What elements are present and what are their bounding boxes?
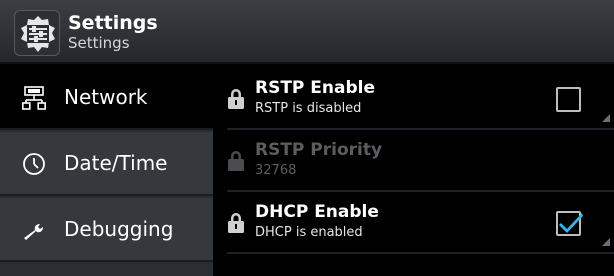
corner-indicator [602, 238, 610, 246]
pref-rstp-priority: RSTP Priority 32768 [213, 130, 614, 190]
sidebar-item-label: Network [64, 85, 148, 109]
wrench-icon [22, 218, 46, 242]
pref-rstp-enable[interactable]: RSTP Enable RSTP is disabled [213, 68, 614, 128]
sidebar: Network Date/Time Debugging [0, 66, 213, 276]
preference-list: RSTP Enable RSTP is disabled RSTP Priori… [213, 66, 614, 276]
pref-dhcp-enable[interactable]: DHCP Enable DHCP is enabled [213, 192, 614, 252]
pref-title: DHCP Enable [255, 202, 379, 222]
sidebar-item-network[interactable]: Network [0, 66, 213, 130]
sidebar-item-label: Debugging [64, 217, 174, 241]
pref-summary: 32768 [255, 163, 297, 178]
sidebar-item-label: Date/Time [64, 151, 168, 175]
page-subtitle: Settings [68, 34, 130, 52]
rstp-enable-checkbox[interactable] [556, 87, 581, 112]
sidebar-item-debugging[interactable]: Debugging [0, 198, 213, 262]
pref-title: RSTP Priority [255, 140, 383, 160]
dhcp-enable-checkbox[interactable] [556, 211, 583, 236]
lock-icon [227, 88, 245, 110]
corner-indicator [602, 114, 610, 122]
pref-summary: RSTP is disabled [255, 101, 362, 116]
pref-summary: DHCP is enabled [255, 225, 363, 240]
sidebar-item-datetime[interactable]: Date/Time [0, 132, 213, 196]
lock-icon [227, 150, 245, 172]
action-bar: Settings Settings [0, 0, 614, 64]
lock-icon [227, 212, 245, 234]
checkmark-icon [559, 213, 583, 233]
settings-app-icon[interactable] [14, 10, 60, 56]
clock-icon [22, 152, 46, 176]
page-title: Settings [68, 12, 158, 34]
divider [227, 252, 614, 254]
network-icon [22, 86, 47, 110]
pref-title: RSTP Enable [255, 78, 376, 98]
